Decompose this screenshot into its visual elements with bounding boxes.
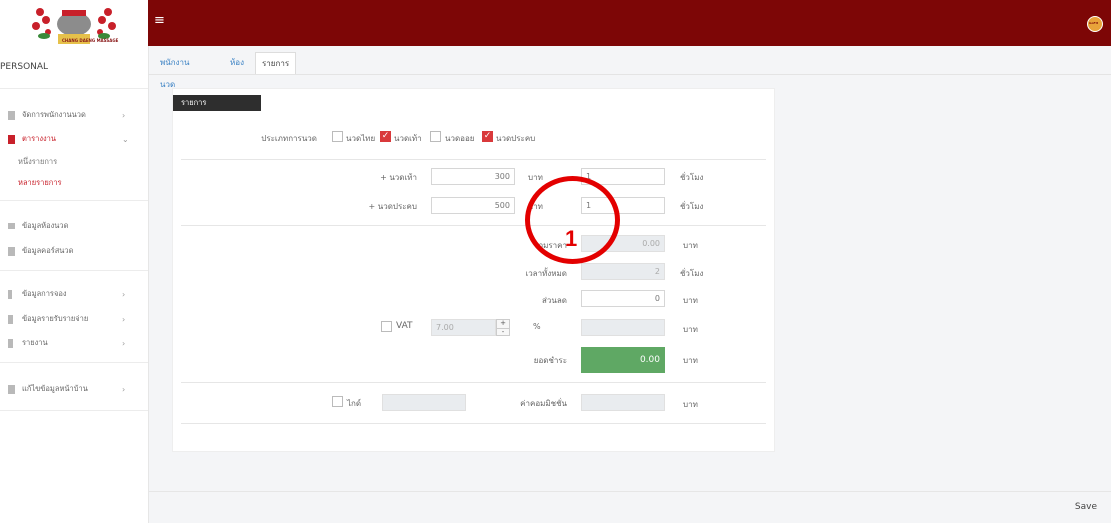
vat-label: VAT xyxy=(396,321,413,331)
vat-input[interactable]: 7.00 xyxy=(431,319,496,336)
vat-amount-field xyxy=(581,319,665,336)
sidebar-item-staff[interactable]: จัดการพนักงานนวด › xyxy=(0,107,148,123)
sidebar-item-report[interactable]: รายงาน › xyxy=(0,335,148,351)
rooms-icon xyxy=(8,223,15,229)
chevron-down-icon: ⌄ xyxy=(122,134,129,144)
tab-items[interactable]: รายการ xyxy=(255,52,297,75)
price-input-foot[interactable]: 300 xyxy=(431,168,515,185)
sidebar-item-frontpage[interactable]: แก้ไขข้อมูลหน้าบ้าน › xyxy=(0,381,148,397)
pay-total-field: 0.00 xyxy=(581,347,665,373)
unit-label: บาท xyxy=(528,173,543,182)
divider xyxy=(181,423,766,424)
logo-text: CHANG DAENG MASSAGE xyxy=(62,38,119,43)
unit-label: ชั่วโมง xyxy=(680,202,704,211)
vat-stepper[interactable]: + - xyxy=(496,319,510,336)
sidebar-subitem-single[interactable]: หนึ่งรายการ xyxy=(18,156,57,168)
sidebar-item-courses[interactable]: ข้อมูลคอร์สนวด xyxy=(0,243,148,259)
edit-icon xyxy=(8,384,15,394)
stepper-down-icon[interactable]: - xyxy=(497,329,509,336)
oil-massage-label: นวดออย xyxy=(445,134,475,143)
total-time-label: เวลาทั้งหมด xyxy=(525,269,567,278)
sidebar-item-label: ตารางงาน xyxy=(22,134,56,143)
commission-label: ค่าคอมมิชชั่น xyxy=(520,399,567,408)
divider xyxy=(181,382,766,383)
vat-checkbox[interactable] xyxy=(381,321,392,332)
sidebar-item-label: จัดการพนักงานนวด xyxy=(22,110,86,119)
chevron-right-icon: › xyxy=(122,314,126,324)
unit-label: บาท xyxy=(683,400,698,409)
massage-type-label: ประเภทการนวด xyxy=(261,134,317,143)
commission-field[interactable] xyxy=(581,394,665,411)
foot-massage-label: นวดเท้า xyxy=(394,134,422,143)
unit-label: บาท xyxy=(683,241,698,250)
sidebar-subitem-multiple[interactable]: หลายรายการ xyxy=(18,177,62,189)
chevron-right-icon: › xyxy=(122,289,126,299)
unit-label: บาท xyxy=(683,296,698,305)
sidebar-item-booking[interactable]: ข้อมูลการจอง › xyxy=(0,286,148,302)
tab-room[interactable]: ห้อง xyxy=(230,52,244,74)
compress-massage-label: นวดประคบ xyxy=(496,134,536,143)
sidebar-item-label: ข้อมูลห้องนวด xyxy=(22,221,69,230)
sidebar-item-label: รายงาน xyxy=(22,338,48,347)
save-button[interactable]: Save xyxy=(1075,502,1097,512)
sidebar-item-finance[interactable]: ข้อมูลรายรับรายจ่าย › xyxy=(0,311,148,327)
top-bar: ≡ GoFit xyxy=(148,0,1111,46)
divider xyxy=(0,410,148,411)
logo[interactable]: CHANG DAENG MASSAGE xyxy=(0,0,148,48)
total-time-field: 2 xyxy=(581,263,665,280)
unit-label: ชั่วโมง xyxy=(680,269,704,278)
unit-label: ชั่วโมง xyxy=(680,173,704,182)
calendar-icon xyxy=(8,134,15,144)
price-input-compress[interactable]: 500 xyxy=(431,197,515,214)
thai-massage-checkbox[interactable] xyxy=(332,131,343,142)
booking-icon xyxy=(8,289,12,299)
unit-label: บาท xyxy=(683,356,698,365)
pay-label: ยอดชำระ xyxy=(533,356,567,365)
report-icon xyxy=(8,338,13,348)
sidebar-item-label: ข้อมูลคอร์สนวด xyxy=(22,246,74,255)
courses-icon xyxy=(8,246,15,256)
divider xyxy=(0,88,148,89)
sidebar-item-rooms[interactable]: ข้อมูลห้องนวด xyxy=(0,218,148,234)
guide-checkbox[interactable] xyxy=(332,396,343,407)
divider xyxy=(0,362,148,363)
tab-underline xyxy=(148,74,1111,75)
sidebar-section-label: PERSONAL xyxy=(0,62,49,72)
guide-input[interactable] xyxy=(382,394,466,411)
tab-staff[interactable]: พนักงานนวด xyxy=(160,52,189,89)
item-label-compress: + นวดประคบ xyxy=(368,202,417,211)
sidebar-item-label: แก้ไขข้อมูลหน้าบ้าน xyxy=(22,384,88,393)
compress-massage-checkbox[interactable]: ✓ xyxy=(482,131,493,142)
divider xyxy=(0,200,148,201)
item-label-foot: + นวดเท้า xyxy=(380,173,417,182)
annotation-number: 1 xyxy=(565,226,578,251)
chevron-right-icon: › xyxy=(122,384,126,394)
sidebar-item-schedule[interactable]: ตารางงาน ⌄ xyxy=(0,131,148,147)
card-title: รายการ xyxy=(173,95,261,111)
avatar[interactable]: GoFit xyxy=(1087,16,1103,32)
avatar-text: GoFit xyxy=(1089,21,1099,25)
guide-label: ไกด์ xyxy=(347,399,362,408)
unit-label: บาท xyxy=(683,325,698,334)
staff-icon xyxy=(8,110,15,120)
sidebar: CHANG DAENG MASSAGE PERSONAL จัดการพนักง… xyxy=(0,0,149,523)
divider xyxy=(181,225,766,226)
discount-label: ส่วนลด xyxy=(542,296,567,305)
divider xyxy=(181,159,766,160)
oil-massage-checkbox[interactable] xyxy=(430,131,441,142)
footer-divider xyxy=(148,491,1111,492)
menu-icon[interactable]: ≡ xyxy=(154,14,165,27)
percent-label: % xyxy=(533,322,541,331)
chevron-right-icon: › xyxy=(122,338,126,348)
booking-form-card: รายการ ประเภทการนวด นวดไทย ✓ นวดเท้า นวด… xyxy=(172,88,775,452)
chevron-right-icon: › xyxy=(122,110,126,120)
sidebar-item-label: ข้อมูลรายรับรายจ่าย xyxy=(22,314,89,323)
finance-icon xyxy=(8,314,13,324)
discount-input[interactable]: 0 xyxy=(581,290,665,307)
sidebar-item-label: ข้อมูลการจอง xyxy=(22,289,67,298)
thai-massage-label: นวดไทย xyxy=(346,134,376,143)
divider xyxy=(0,270,148,271)
foot-massage-checkbox[interactable]: ✓ xyxy=(380,131,391,142)
